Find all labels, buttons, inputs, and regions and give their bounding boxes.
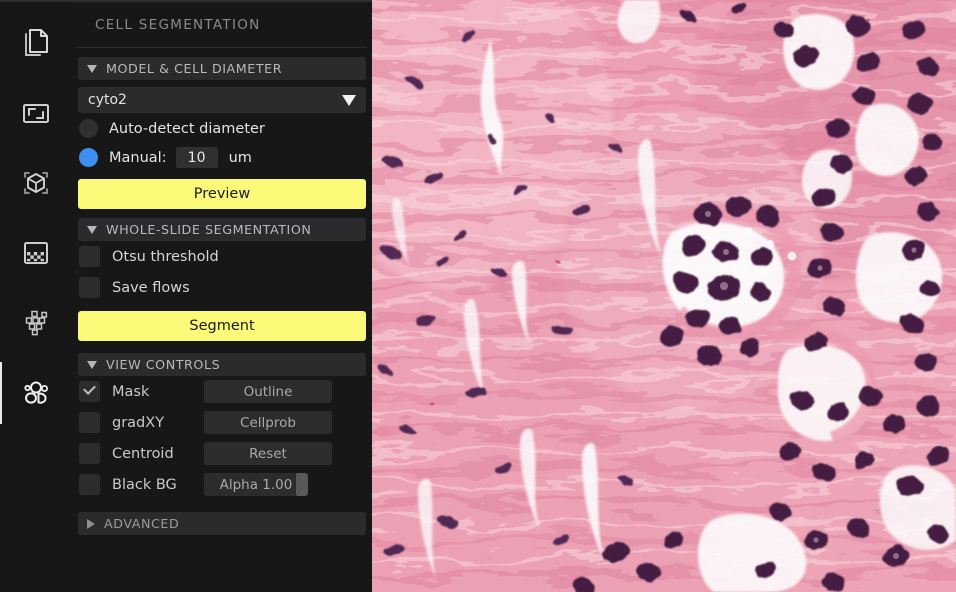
checkbox-label-save-flows: Save flows: [112, 279, 190, 296]
cells-icon: [18, 375, 54, 411]
checkbox-indicator-save-flows: [79, 277, 100, 298]
rail-item-3d-view[interactable]: [0, 148, 72, 218]
histology-image-viewer[interactable]: [372, 0, 956, 592]
section-body-view-controls: Mask Outline gradXY Cellprob Centroid Re…: [72, 376, 372, 500]
rail-item-cell-segmentation[interactable]: [0, 358, 72, 428]
checkbox-indicator-gradxy: [79, 412, 100, 433]
histology-image: [372, 0, 956, 592]
diameter-input[interactable]: [175, 147, 218, 168]
radio-label-manual: Manual:: [109, 149, 167, 166]
checkbox-label-centroid: Centroid: [112, 445, 174, 462]
scatter-squares-icon: [18, 305, 54, 341]
section-label-view-controls: VIEW CONTROLS: [106, 357, 221, 372]
section-label-advanced: ADVANCED: [104, 516, 180, 531]
radio-indicator-auto: [79, 119, 98, 138]
rail-item-region-select[interactable]: [0, 78, 72, 148]
view-row-centroid: Centroid Reset: [78, 438, 366, 469]
radio-auto-detect-diameter[interactable]: Auto-detect diameter: [78, 115, 366, 142]
checkbox-black-bg[interactable]: Black BG: [78, 474, 204, 495]
model-select-value: cyto2: [88, 92, 127, 108]
chevron-down-icon: [342, 94, 356, 106]
section-body-model: cyto2 Auto-detect diameter Manual: um Pr…: [72, 87, 372, 209]
section-label-model: MODEL & CELL DIAMETER: [106, 61, 283, 76]
rail-item-tiles[interactable]: [0, 218, 72, 288]
cellprob-button[interactable]: Cellprob: [204, 411, 332, 434]
chevron-down-icon: [87, 360, 97, 369]
documents-icon: [18, 25, 54, 61]
top-hairline: [0, 0, 372, 2]
cube-3d-icon: [18, 165, 54, 201]
chevron-right-icon: [87, 518, 95, 529]
chevron-down-icon: [87, 225, 97, 234]
view-row-black-bg: Black BG Alpha 1.00: [78, 469, 366, 500]
radio-manual-diameter[interactable]: Manual: um: [78, 144, 366, 171]
section-header-model[interactable]: MODEL & CELL DIAMETER: [78, 57, 366, 80]
reset-button[interactable]: Reset: [204, 442, 332, 465]
section-body-whole-slide: Otsu threshold Save flows Segment: [72, 241, 372, 341]
rail-item-patches[interactable]: [0, 288, 72, 358]
section-header-whole-slide[interactable]: WHOLE-SLIDE SEGMENTATION: [78, 218, 366, 241]
page-title: CELL SEGMENTATION: [95, 17, 261, 33]
checkbox-save-flows[interactable]: Save flows: [78, 272, 366, 303]
rail-item-documents[interactable]: [0, 8, 72, 78]
checkbox-otsu-threshold[interactable]: Otsu threshold: [78, 241, 366, 272]
alpha-slider[interactable]: Alpha 1.00: [204, 473, 308, 496]
control-panel: CELL SEGMENTATION MODEL & CELL DIAMETER …: [72, 0, 372, 592]
alpha-slider-label: Alpha 1.00: [219, 476, 293, 493]
selection-indicator: [0, 362, 2, 424]
icon-rail: [0, 0, 72, 592]
section-header-advanced[interactable]: ADVANCED: [78, 512, 366, 535]
region-select-icon: [18, 95, 54, 131]
radio-label-auto: Auto-detect diameter: [109, 120, 265, 137]
section-label-whole-slide: WHOLE-SLIDE SEGMENTATION: [106, 222, 312, 237]
checkerboard-icon: [18, 235, 54, 271]
section-header-view-controls[interactable]: VIEW CONTROLS: [78, 353, 366, 376]
segment-button[interactable]: Segment: [78, 311, 366, 341]
checkbox-label-otsu: Otsu threshold: [112, 248, 219, 265]
checkbox-gradxy[interactable]: gradXY: [78, 412, 204, 433]
view-row-mask: Mask Outline: [78, 376, 366, 407]
diameter-unit-label: um: [228, 149, 252, 166]
radio-indicator-manual: [79, 148, 98, 167]
checkbox-mask[interactable]: Mask: [78, 381, 204, 402]
preview-button[interactable]: Preview: [78, 179, 366, 209]
model-select[interactable]: cyto2: [78, 87, 366, 113]
title-divider: [77, 47, 367, 48]
checkbox-centroid[interactable]: Centroid: [78, 443, 204, 464]
checkbox-indicator-mask: [79, 381, 100, 402]
chevron-down-icon: [87, 64, 97, 73]
outline-button[interactable]: Outline: [204, 380, 332, 403]
checkbox-indicator-otsu: [79, 246, 100, 267]
checkbox-indicator-centroid: [79, 443, 100, 464]
view-row-gradxy: gradXY Cellprob: [78, 407, 366, 438]
checkbox-label-gradxy: gradXY: [112, 414, 165, 431]
checkbox-label-black-bg: Black BG: [112, 476, 177, 493]
app-window: CELL SEGMENTATION MODEL & CELL DIAMETER …: [0, 0, 956, 592]
checkbox-indicator-black-bg: [79, 474, 100, 495]
alpha-slider-handle[interactable]: [296, 473, 308, 496]
checkbox-label-mask: Mask: [112, 383, 150, 400]
